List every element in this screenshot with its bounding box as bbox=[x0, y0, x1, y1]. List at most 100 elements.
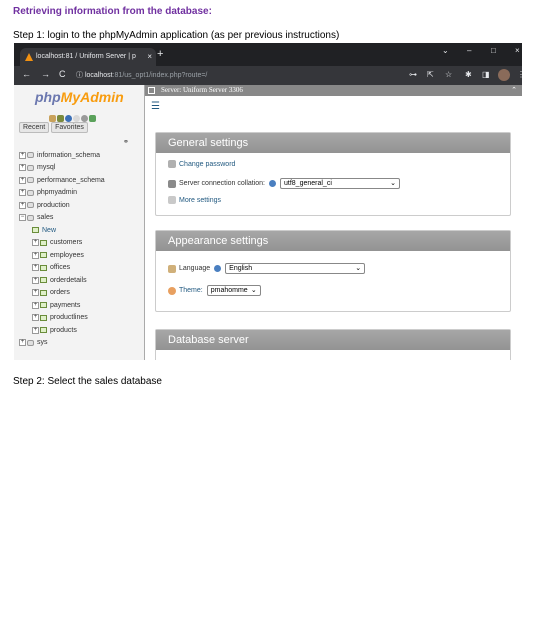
settings-gear-icon[interactable] bbox=[81, 115, 88, 122]
table-item[interactable]: + payments bbox=[19, 299, 105, 312]
close-window-icon[interactable]: × bbox=[515, 46, 520, 55]
database-server-title: Database server bbox=[156, 330, 510, 350]
expand-icon[interactable]: + bbox=[32, 251, 39, 259]
key-icon bbox=[168, 160, 176, 168]
database-icon bbox=[27, 177, 34, 184]
database-icon bbox=[27, 202, 34, 209]
tab-search-icon[interactable]: ⌄ bbox=[442, 46, 449, 55]
new-tab-icon[interactable]: + bbox=[157, 48, 163, 60]
theme-select[interactable]: pmahomme ⌄ bbox=[206, 285, 261, 296]
profile-avatar[interactable] bbox=[498, 69, 510, 81]
expand-icon[interactable]: + bbox=[19, 164, 26, 172]
sidebar-icon[interactable]: ◨ bbox=[482, 70, 490, 79]
maximize-icon[interactable]: □ bbox=[491, 46, 496, 55]
table-item[interactable]: + customers bbox=[19, 237, 105, 250]
more-settings-link[interactable]: More settings bbox=[168, 196, 221, 204]
table-icon bbox=[40, 239, 47, 246]
expand-icon[interactable]: + bbox=[19, 339, 26, 347]
help-icon[interactable] bbox=[269, 180, 276, 187]
share-icon[interactable]: ⇱ bbox=[427, 70, 434, 79]
expand-icon[interactable]: + bbox=[32, 239, 39, 247]
language-select[interactable]: English ⌄ bbox=[225, 263, 366, 274]
tab-title: localhost:81 / Uniform Server | p bbox=[36, 53, 136, 60]
extension-icon[interactable]: ✱ bbox=[465, 70, 472, 79]
sql-icon[interactable] bbox=[57, 115, 64, 122]
expand-icon[interactable]: + bbox=[32, 301, 39, 309]
expand-icon[interactable]: + bbox=[32, 276, 39, 284]
general-settings-panel: General settings Change password Server … bbox=[155, 132, 511, 216]
table-icon bbox=[40, 277, 47, 284]
expand-icon[interactable]: + bbox=[19, 176, 26, 184]
step-1-text: Step 1: login to the phpMyAdmin applicat… bbox=[13, 30, 340, 41]
database-icon bbox=[27, 339, 34, 346]
table-icon bbox=[40, 314, 47, 321]
database-item[interactable]: + sys bbox=[19, 337, 105, 350]
theme-row: Theme: pmahomme ⌄ bbox=[168, 285, 261, 296]
table-item[interactable]: + employees bbox=[19, 249, 105, 262]
database-item[interactable]: + phpmyadmin bbox=[19, 187, 105, 200]
server-icon bbox=[148, 87, 155, 94]
database-icon bbox=[27, 189, 34, 196]
expand-icon[interactable]: + bbox=[32, 289, 39, 297]
tab-favorites[interactable]: Favorites bbox=[51, 122, 88, 133]
table-item[interactable]: + offices bbox=[19, 262, 105, 275]
chevron-down-icon: ⌄ bbox=[390, 180, 396, 187]
browser-toolbar: ← → C ⓘ localhost:81/us_opt1/index.php?r… bbox=[14, 66, 522, 85]
table-item[interactable]: + orderdetails bbox=[19, 274, 105, 287]
expand-icon[interactable]: + bbox=[32, 264, 39, 272]
key-icon[interactable]: ⊶ bbox=[409, 70, 417, 79]
language-icon bbox=[168, 264, 176, 273]
tab-recent[interactable]: Recent bbox=[19, 122, 50, 133]
table-item[interactable]: + orders bbox=[19, 287, 105, 300]
server-breadcrumb[interactable]: Server: Uniform Server 3306 ⌃ bbox=[145, 85, 522, 96]
new-table-link[interactable]: New bbox=[19, 224, 105, 237]
expand-icon[interactable]: + bbox=[19, 201, 26, 209]
expand-icon[interactable]: + bbox=[19, 151, 26, 159]
chevron-down-icon: ⌄ bbox=[250, 287, 257, 294]
change-password-link[interactable]: Change password bbox=[168, 160, 235, 168]
menu-icon[interactable]: ⋮ bbox=[517, 70, 522, 79]
table-item[interactable]: + products bbox=[19, 324, 105, 337]
recent-favorites-tabs: Recent Favorites bbox=[19, 122, 88, 133]
phpmyadmin-screenshot: localhost:81 / Uniform Server | p × + ⌄ … bbox=[14, 43, 522, 360]
database-icon bbox=[27, 152, 34, 159]
minimize-icon[interactable]: – bbox=[467, 46, 471, 55]
collapse-icon[interactable]: ⌃ bbox=[511, 85, 517, 96]
language-row: Language English ⌄ bbox=[168, 263, 366, 274]
collation-select[interactable]: utf8_general_ci ⌄ bbox=[280, 178, 400, 189]
database-tree: + information_schema + mysql + performance_… bbox=[19, 149, 105, 349]
browser-tab[interactable]: localhost:81 / Uniform Server | p × bbox=[20, 48, 156, 66]
phpmyadmin-logo[interactable]: phpMyAdmin bbox=[35, 89, 124, 105]
database-item[interactable]: + mysql bbox=[19, 162, 105, 175]
home-icon[interactable] bbox=[49, 115, 56, 122]
link-chain-icon[interactable]: ⚭ bbox=[123, 138, 129, 146]
database-item[interactable]: + performance_schema bbox=[19, 174, 105, 187]
database-item[interactable]: + production bbox=[19, 199, 105, 212]
reload-nav-icon[interactable] bbox=[89, 115, 96, 122]
table-icon bbox=[40, 302, 47, 309]
table-item[interactable]: + productlines bbox=[19, 312, 105, 325]
expand-icon[interactable]: + bbox=[19, 189, 26, 197]
database-item-sales[interactable]: − sales bbox=[19, 212, 105, 225]
collapse-icon[interactable]: − bbox=[19, 214, 26, 222]
appearance-settings-title: Appearance settings bbox=[156, 231, 510, 251]
hamburger-menu-icon[interactable]: ☰ bbox=[151, 101, 166, 112]
reload-icon[interactable]: C bbox=[59, 69, 66, 79]
address-bar[interactable]: ⓘ localhost:81/us_opt1/index.php?route=/ bbox=[76, 69, 446, 83]
docs-icon[interactable] bbox=[73, 115, 80, 122]
palette-icon bbox=[168, 286, 176, 295]
collation-row: Server connection collation: utf8_general… bbox=[168, 178, 400, 189]
star-icon[interactable]: ☆ bbox=[445, 70, 452, 79]
forward-icon[interactable]: → bbox=[41, 69, 50, 79]
info-icon[interactable]: ⓘ bbox=[76, 72, 85, 79]
main-content: Server: Uniform Server 3306 ⌃ ☰ General … bbox=[145, 85, 522, 360]
back-icon[interactable]: ← bbox=[22, 69, 31, 79]
uniform-server-favicon-icon bbox=[25, 53, 33, 61]
document-heading: Retrieving information from the database… bbox=[13, 6, 212, 17]
tab-close-icon[interactable]: × bbox=[147, 48, 152, 66]
expand-icon[interactable]: + bbox=[32, 314, 39, 322]
help-icon[interactable] bbox=[214, 265, 222, 272]
expand-icon[interactable]: + bbox=[32, 326, 39, 334]
help-icon[interactable] bbox=[65, 115, 72, 122]
database-item[interactable]: + information_schema bbox=[19, 149, 105, 162]
